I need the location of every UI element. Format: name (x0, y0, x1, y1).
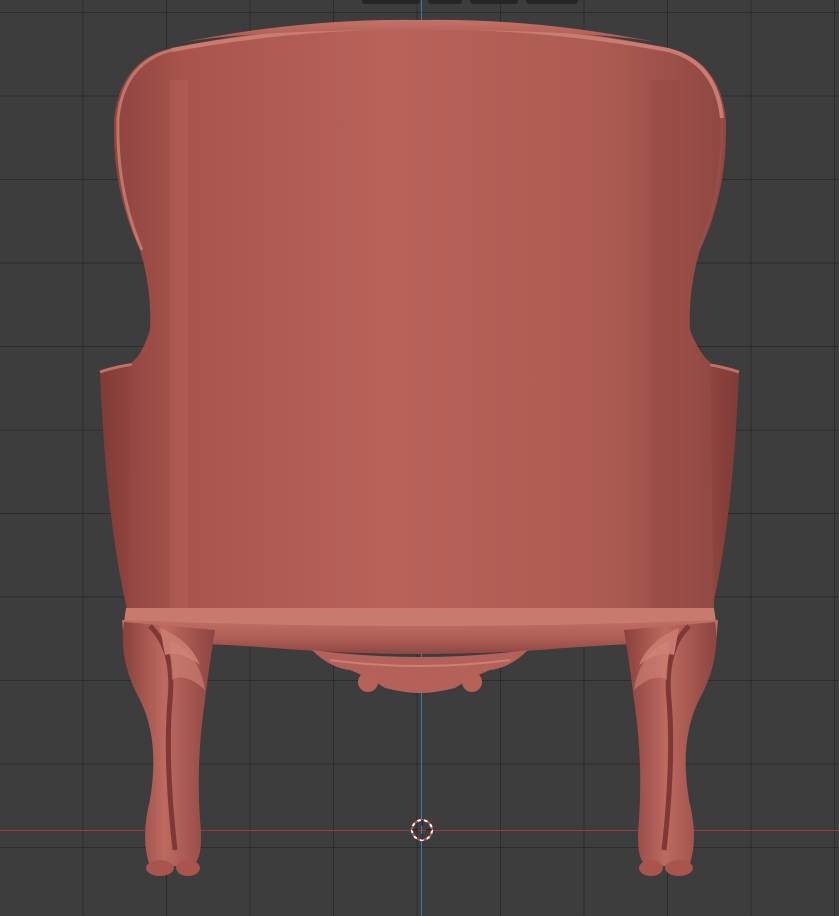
chair-back (113, 23, 727, 613)
armchair-model[interactable] (0, 0, 839, 916)
3d-cursor-icon[interactable] (410, 818, 434, 842)
3d-viewport[interactable] (0, 0, 839, 916)
apron-carving (312, 650, 528, 693)
